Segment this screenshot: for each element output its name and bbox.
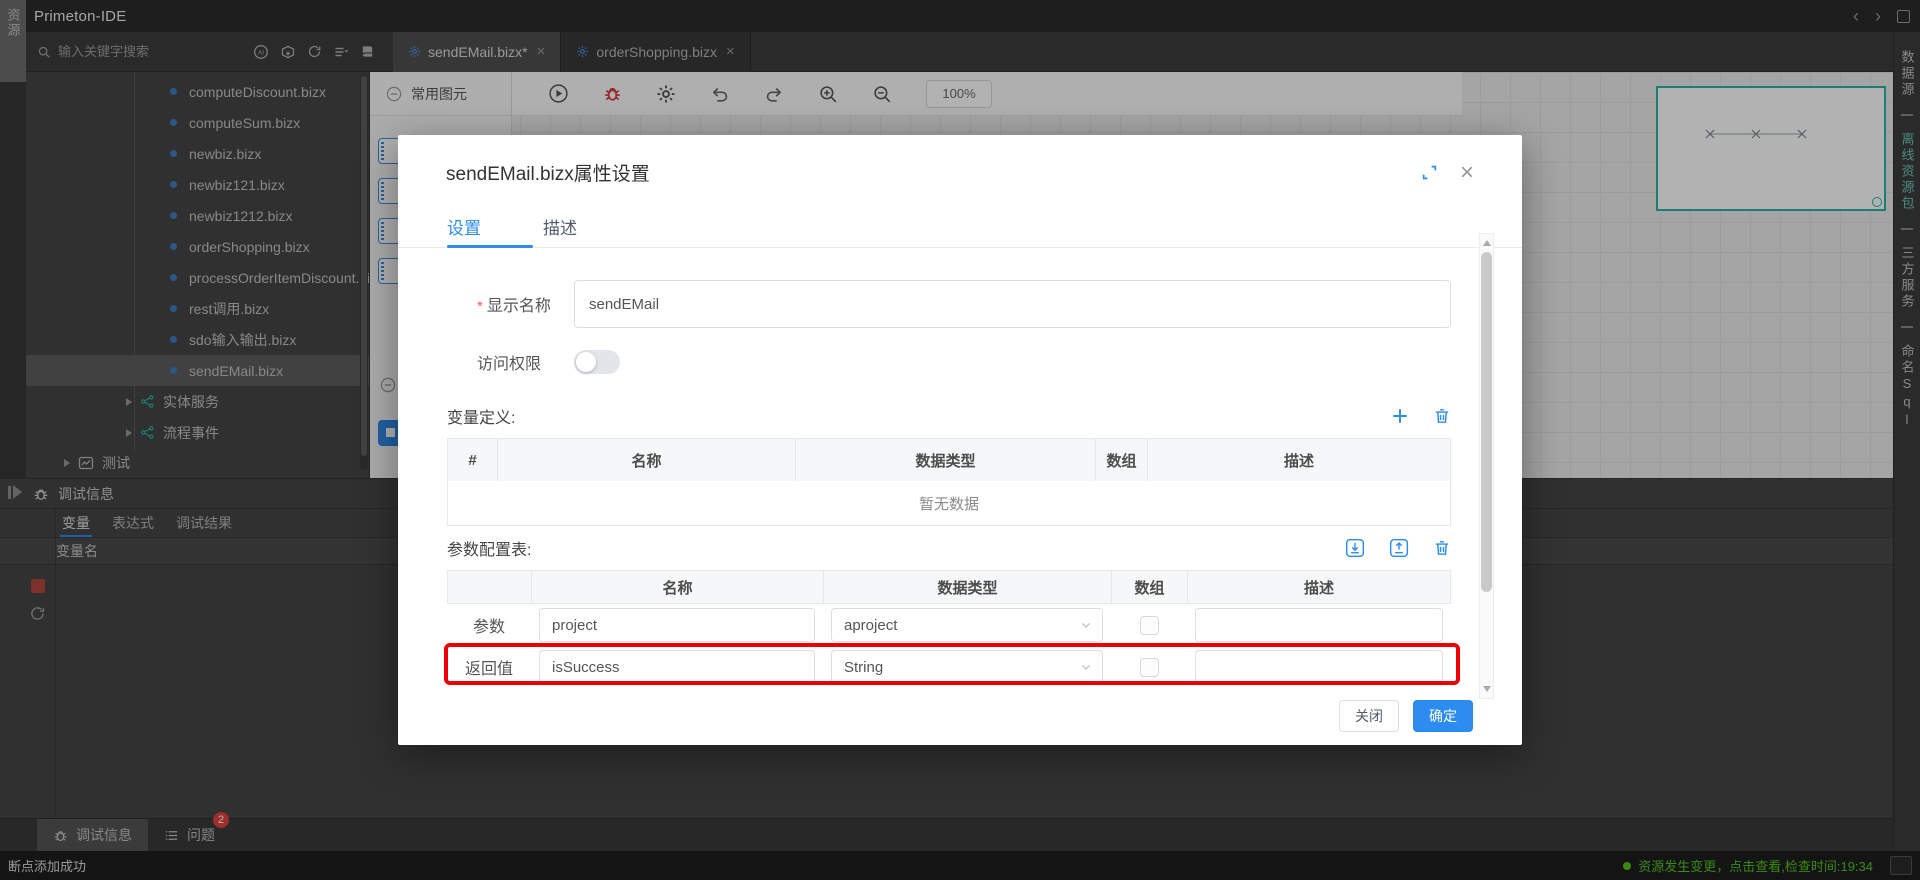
variable-definition-table: # 名称 数据类型 数组 描述 暂无数据	[447, 438, 1451, 526]
return-value-row: 返回值 String	[447, 646, 1451, 688]
dialog-tabs: 设置 描述	[398, 214, 1522, 248]
display-name-label: *显示名称	[477, 292, 574, 316]
ok-button[interactable]: 确定	[1413, 700, 1473, 732]
display-name-input[interactable]	[574, 280, 1451, 328]
parameter-row: 参数 aproject	[447, 604, 1451, 646]
col-array: 数组	[1096, 439, 1148, 481]
col-array: 数组	[1112, 571, 1188, 603]
row-kind-label: 返回值	[447, 646, 531, 688]
parameter-config-label: 参数配置表:	[447, 536, 531, 560]
param-array-checkbox[interactable]	[1140, 616, 1159, 635]
delete-variable-icon[interactable]	[1433, 407, 1451, 425]
return-array-checkbox[interactable]	[1140, 658, 1159, 677]
access-permission-toggle[interactable]	[574, 350, 620, 374]
access-permission-label: 访问权限	[477, 350, 574, 374]
toggle-knob	[576, 352, 596, 372]
delete-parameter-icon[interactable]	[1433, 539, 1451, 557]
col-name: 名称	[498, 439, 796, 481]
col-index: #	[448, 439, 498, 481]
return-description-input[interactable]	[1195, 650, 1443, 684]
empty-data-placeholder: 暂无数据	[448, 481, 1450, 525]
fullscreen-expand-icon[interactable]	[1421, 164, 1438, 181]
dialog-close-icon[interactable]: ×	[1460, 163, 1474, 183]
param-datatype-select[interactable]: aproject	[831, 608, 1103, 642]
dialog-scrollbar-thumb[interactable]	[1481, 252, 1492, 592]
scroll-down-icon[interactable]	[1483, 686, 1491, 692]
scroll-up-icon[interactable]	[1483, 240, 1491, 246]
row-kind-label: 参数	[447, 604, 531, 646]
col-name: 名称	[532, 571, 824, 603]
col-datatype: 数据类型	[824, 571, 1112, 603]
add-variable-icon[interactable]	[1391, 407, 1409, 425]
primeton-ide-window: Primeton-IDE ‹ › AI	[0, 0, 1920, 880]
import-download-icon[interactable]	[1345, 538, 1365, 558]
parameter-config-table: 名称 数据类型 数组 描述 参数 aproject	[447, 570, 1451, 688]
dialog-tab-settings[interactable]: 设置	[447, 214, 481, 247]
col-datatype: 数据类型	[796, 439, 1096, 481]
return-name-input[interactable]	[539, 650, 815, 684]
chevron-down-icon	[1080, 619, 1092, 631]
dialog-scrollbar[interactable]	[1479, 233, 1494, 699]
required-mark: *	[477, 298, 483, 315]
col-description: 描述	[1148, 439, 1450, 481]
return-datatype-select[interactable]: String	[831, 650, 1103, 684]
close-button[interactable]: 关闭	[1339, 700, 1399, 732]
col-kind	[448, 571, 532, 603]
dialog-tab-description[interactable]: 描述	[543, 214, 577, 247]
variable-definition-label: 变量定义:	[447, 404, 515, 428]
export-upload-icon[interactable]	[1389, 538, 1409, 558]
property-settings-dialog: sendEMail.bizx属性设置 × 设置 描述 *显示名称 访问权限	[398, 135, 1522, 745]
dialog-title: sendEMail.bizx属性设置	[446, 159, 650, 186]
param-description-input[interactable]	[1195, 608, 1443, 642]
chevron-down-icon	[1080, 661, 1092, 673]
col-description: 描述	[1188, 571, 1450, 603]
param-name-input[interactable]	[539, 608, 815, 642]
